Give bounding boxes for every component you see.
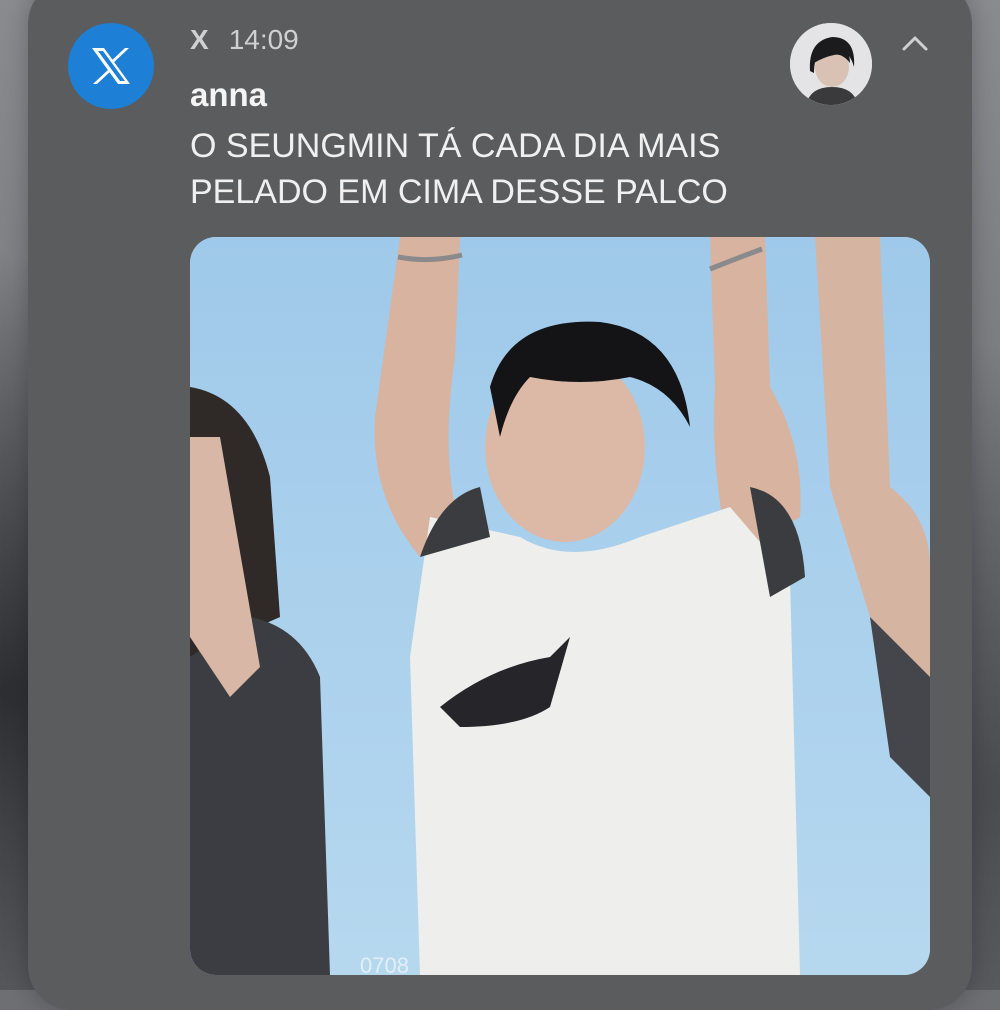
notification-time: 14:09 xyxy=(229,24,299,56)
chevron-up-icon[interactable] xyxy=(898,28,932,58)
notification-header: X 14:09 xyxy=(190,22,299,58)
attached-photo[interactable]: 0708 xyxy=(190,237,930,975)
notification-message: O SEUNGMIN TÁ CADA DIA MAIS PELADO EM CI… xyxy=(190,123,810,215)
user-avatar[interactable] xyxy=(790,23,872,105)
app-name: X xyxy=(190,24,209,56)
photo-watermark: 0708 xyxy=(360,953,409,975)
notification-author: anna xyxy=(190,76,267,114)
x-logo-icon xyxy=(68,23,154,109)
